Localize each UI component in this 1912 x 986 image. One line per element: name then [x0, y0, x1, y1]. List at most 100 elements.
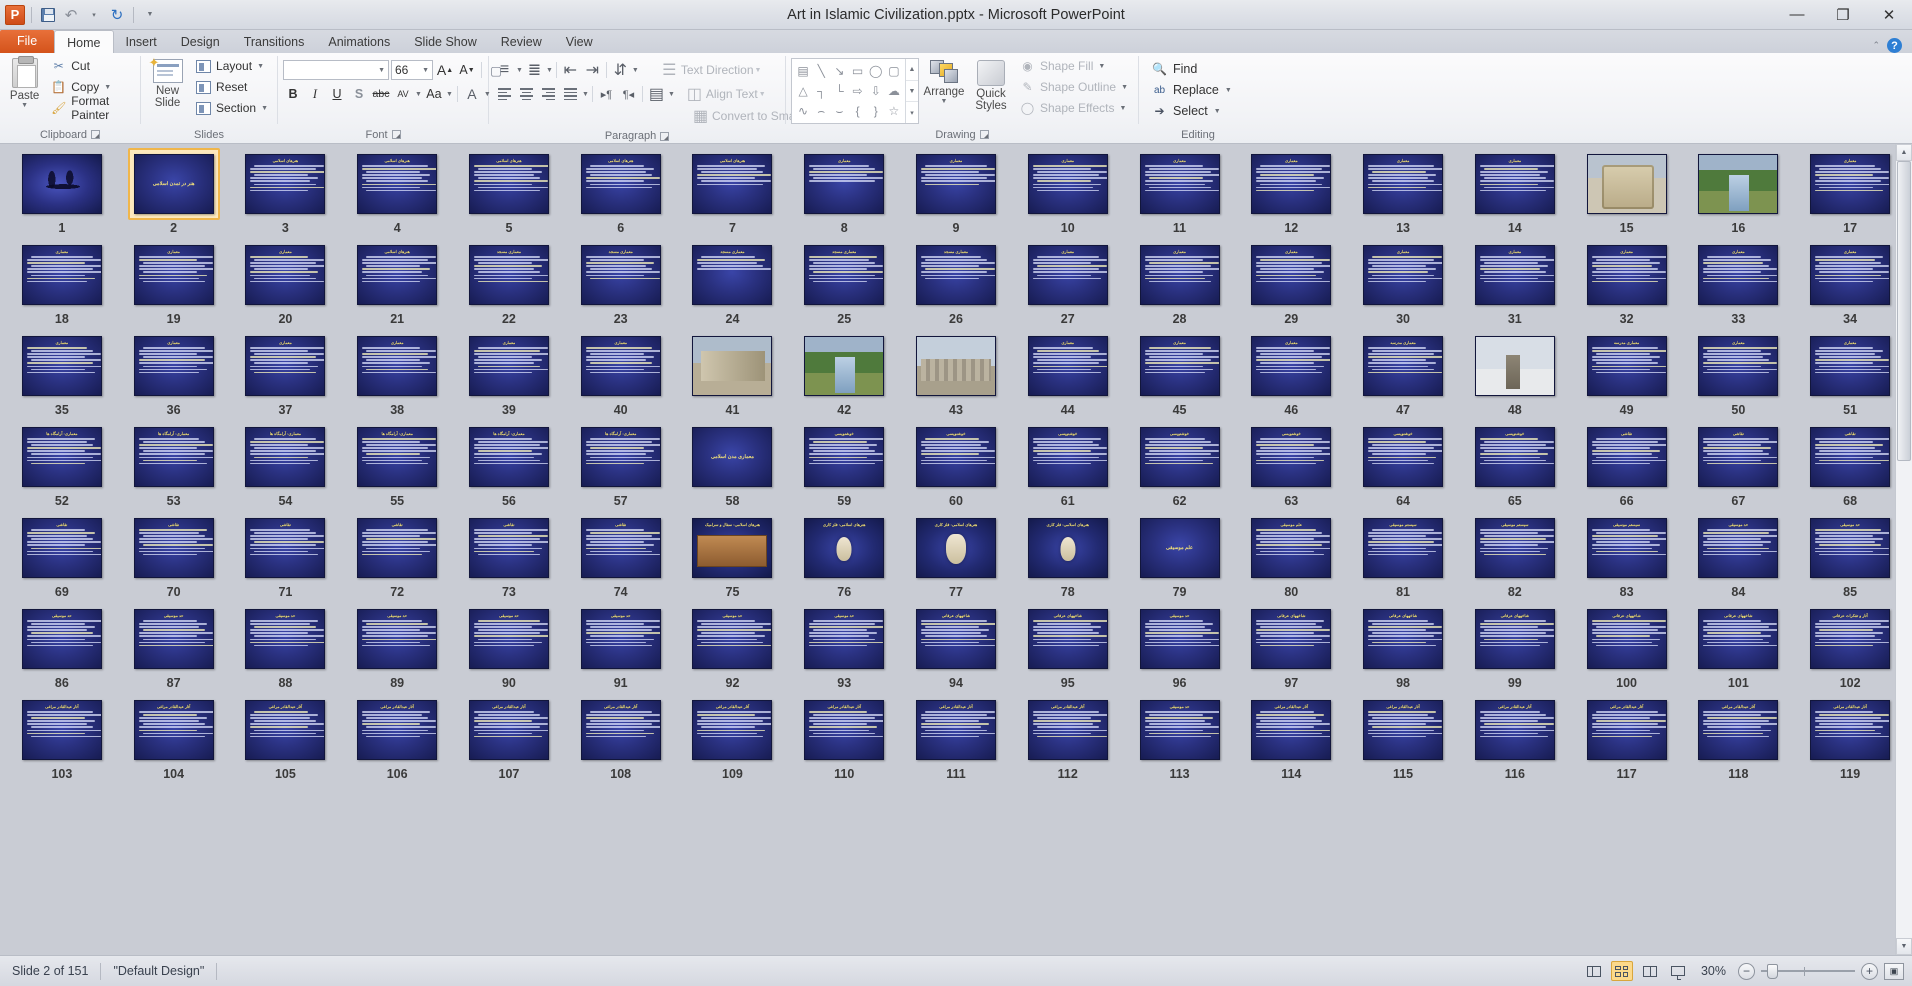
- slide-thumbnail-103[interactable]: آثار عبدالقادر مراغی: [16, 694, 108, 766]
- shape-item-9[interactable]: ⇨: [848, 81, 866, 101]
- slide-thumbnail-102[interactable]: آثار و تفکرات عرفانی: [1804, 603, 1896, 675]
- slide-preview[interactable]: شاخههای عرفانی: [915, 609, 996, 669]
- slide-preview[interactable]: معماری: [804, 154, 885, 214]
- slide-preview[interactable]: آثار عبدالقادر مراغی: [1810, 700, 1891, 760]
- slide-thumbnail-39[interactable]: معماری: [463, 330, 555, 402]
- redo-icon[interactable]: ↻: [107, 5, 127, 25]
- slide-preview[interactable]: هنرهای اسلامی: فلز کاری: [804, 518, 885, 578]
- slide-cell[interactable]: معماری 14: [1459, 148, 1571, 239]
- slide-thumbnail-91[interactable]: حد موسیقی: [575, 603, 667, 675]
- slide-cell[interactable]: حد موسیقی 89: [341, 603, 453, 694]
- slide-thumbnail-48[interactable]: [1469, 330, 1561, 402]
- slide-preview[interactable]: [1586, 154, 1667, 214]
- italic-button[interactable]: I: [305, 84, 325, 104]
- font-color-button[interactable]: A: [462, 84, 482, 104]
- tab-review[interactable]: Review: [489, 30, 554, 53]
- slide-preview[interactable]: علم موسیقی: [1251, 518, 1332, 578]
- slide-cell[interactable]: شاخههای عرفانی 95: [1012, 603, 1124, 694]
- slide-thumbnail-52[interactable]: معماری: آرامگاه ها: [16, 421, 108, 493]
- slide-thumbnail-109[interactable]: آثار عبدالقادر مراغی: [686, 694, 778, 766]
- slide-cell[interactable]: نقاشی 72: [341, 512, 453, 603]
- shape-item-12[interactable]: ∿: [794, 101, 812, 121]
- slide-cell[interactable]: معماری 27: [1012, 239, 1124, 330]
- slide-thumbnail-110[interactable]: آثار عبدالقادر مراغی: [798, 694, 890, 766]
- font-name-dropdown-icon[interactable]: ▼: [378, 67, 385, 74]
- align-right-button[interactable]: [538, 84, 559, 104]
- slide-preview[interactable]: معماری: [1027, 336, 1108, 396]
- slide-cell[interactable]: خوشنویسی 63: [1235, 421, 1347, 512]
- slide-cell[interactable]: حد موسیقی 87: [118, 603, 230, 694]
- slide-preview[interactable]: شاخههای عرفانی: [1474, 609, 1555, 669]
- slide-cell[interactable]: علم موسیقی 79: [1124, 512, 1236, 603]
- slide-preview[interactable]: هنر در تمدن اسلامی: [133, 154, 214, 214]
- arrange-dropdown-icon[interactable]: ▼: [941, 98, 948, 105]
- slide-thumbnail-18[interactable]: معماری: [16, 239, 108, 311]
- zoom-level[interactable]: 30%: [1695, 964, 1732, 978]
- slide-preview[interactable]: نقاشی: [133, 518, 214, 578]
- slide-cell[interactable]: آثار عبدالقادر مراغی 107: [453, 694, 565, 785]
- slide-thumbnail-93[interactable]: حد موسیقی: [798, 603, 890, 675]
- layout-dropdown-icon[interactable]: ▼: [257, 63, 264, 70]
- slide-thumbnail-96[interactable]: حد موسیقی: [1134, 603, 1226, 675]
- customize-qat-icon[interactable]: ▼: [140, 5, 160, 25]
- slide-thumbnail-59[interactable]: خوشنویسی: [798, 421, 890, 493]
- slide-cell[interactable]: نقاشی 74: [565, 512, 677, 603]
- slide-thumbnail-104[interactable]: آثار عبدالقادر مراغی: [128, 694, 220, 766]
- slide-cell[interactable]: آثار عبدالقادر مراغی 114: [1235, 694, 1347, 785]
- slide-cell[interactable]: معماری 10: [1012, 148, 1124, 239]
- slide-cell[interactable]: نقاشی 67: [1682, 421, 1794, 512]
- slide-thumbnail-106[interactable]: آثار عبدالقادر مراغی: [351, 694, 443, 766]
- slide-thumbnail-53[interactable]: معماری: آرامگاه ها: [128, 421, 220, 493]
- slide-cell[interactable]: سیستم موسیقی 82: [1459, 512, 1571, 603]
- slide-preview[interactable]: آثار عبدالقادر مراغی: [1698, 700, 1779, 760]
- slide-preview[interactable]: [21, 154, 102, 214]
- slide-thumbnail-17[interactable]: معماری: [1804, 148, 1896, 220]
- tab-transitions[interactable]: Transitions: [232, 30, 317, 53]
- slide-thumbnail-26[interactable]: معماری مسجد: [910, 239, 1002, 311]
- slide-thumbnail-66[interactable]: نقاشی: [1581, 421, 1673, 493]
- slide-thumbnail-42[interactable]: [798, 330, 890, 402]
- slide-thumbnail-45[interactable]: معماری: [1134, 330, 1226, 402]
- strikethrough-button[interactable]: abc: [371, 84, 391, 104]
- slide-cell[interactable]: معماری: آرامگاه ها 56: [453, 421, 565, 512]
- slide-cell[interactable]: معماری 9: [900, 148, 1012, 239]
- slide-thumbnail-19[interactable]: معماری: [128, 239, 220, 311]
- shape-item-13[interactable]: ⌢: [812, 101, 830, 121]
- undo-icon[interactable]: ↶: [61, 5, 81, 25]
- shape-item-8[interactable]: └: [830, 81, 848, 101]
- slide-preview[interactable]: معماری: [1698, 245, 1779, 305]
- slide-cell[interactable]: معماری 13: [1347, 148, 1459, 239]
- select-button[interactable]: ➔ Select ▼: [1147, 101, 1237, 121]
- slide-preview[interactable]: هنرهای اسلامی: [580, 154, 661, 214]
- slide-preview[interactable]: معماری: [1251, 336, 1332, 396]
- zoom-slider-handle[interactable]: [1767, 963, 1778, 979]
- slide-cell[interactable]: حد موسیقی 88: [230, 603, 342, 694]
- slide-cell[interactable]: خوشنویسی 62: [1124, 421, 1236, 512]
- shape-item-11[interactable]: ☁: [885, 81, 903, 101]
- slide-preview[interactable]: حد موسیقی: [692, 609, 773, 669]
- slide-cell[interactable]: معماری 31: [1459, 239, 1571, 330]
- slide-cell[interactable]: نقاشی 73: [453, 512, 565, 603]
- slide-preview[interactable]: معماری مدرسه: [1363, 336, 1444, 396]
- zoom-in-button[interactable]: +: [1861, 962, 1878, 980]
- slide-thumbnail-74[interactable]: نقاشی: [575, 512, 667, 584]
- slide-preview[interactable]: معماری: [1586, 245, 1667, 305]
- slide-cell[interactable]: معماری مدن اسلامی 58: [677, 421, 789, 512]
- slide-cell[interactable]: آثار عبدالقادر مراغی 115: [1347, 694, 1459, 785]
- section-dropdown-icon[interactable]: ▼: [261, 105, 268, 112]
- slide-sorter-pane[interactable]: 1 هنر در تمدن اسلامی 2 هنرهای اسلامی 3 هنرهای…: [0, 144, 1912, 955]
- slide-cell[interactable]: معماری 19: [118, 239, 230, 330]
- slide-cell[interactable]: 42: [788, 330, 900, 421]
- zoom-slider[interactable]: [1761, 963, 1855, 980]
- numbering-dropdown-icon[interactable]: ▼: [546, 67, 553, 74]
- shrink-font-button[interactable]: A ▼: [457, 60, 477, 80]
- slide-thumbnail-75[interactable]: هنرهای اسلامی: سفال و سرامیک: [686, 512, 778, 584]
- tab-animations[interactable]: Animations: [316, 30, 402, 53]
- slide-cell[interactable]: هنرهای اسلامی 6: [565, 148, 677, 239]
- slide-cell[interactable]: هنرهای اسلامی: سفال و سرامیک 75: [677, 512, 789, 603]
- scroll-up-icon[interactable]: ▲: [1896, 144, 1912, 161]
- slide-thumbnail-41[interactable]: [686, 330, 778, 402]
- slide-preview[interactable]: حد موسیقی: [133, 609, 214, 669]
- shape-item-17[interactable]: ☆: [885, 101, 903, 121]
- gallery-scroll-up-icon[interactable]: ▲: [906, 59, 918, 81]
